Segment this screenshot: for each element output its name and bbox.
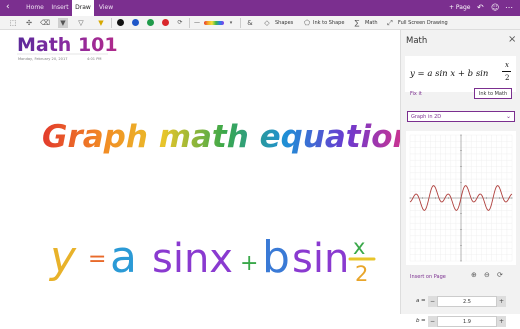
graph-type-value: Graph in 2D — [411, 114, 441, 120]
note-canvas[interactable]: Math 101 Monday, February 20, 2017 4:01 … — [0, 30, 400, 314]
ink-equation: y = a sinx + b sin x 2 — [48, 232, 374, 286]
fix-it-link[interactable]: Fix it — [410, 91, 422, 97]
math-pane: Math × y = a sin x + b sin x 2 Fix it In… — [400, 30, 520, 314]
undo-icon[interactable]: ↶ — [477, 0, 484, 16]
add-space-icon[interactable]: ✣ — [24, 18, 34, 28]
formula-text: y = a sin x + b sin — [410, 69, 488, 79]
eq-sin: sin — [292, 236, 349, 282]
eq-sinx: sinx — [152, 236, 233, 282]
graph-type-dropdown[interactable]: Graph in 2D ⌄ — [407, 111, 515, 122]
pen-tool-icon[interactable]: ▼ — [58, 18, 68, 28]
param-b-label: b — [416, 318, 420, 324]
ink-replay-icon[interactable]: & — [245, 18, 255, 28]
ink-drawing: Math 101 Monday, February 20, 2017 4:01 … — [0, 30, 400, 314]
math-pane-title: Math — [406, 36, 427, 46]
page-title: Math 101 — [17, 34, 118, 56]
formula-denominator: 2 — [505, 74, 509, 82]
rainbow-ink-preview[interactable] — [204, 21, 224, 25]
ink-to-shape-icon: ⬠ — [302, 18, 312, 28]
param-b-decrement-button[interactable]: − — [428, 316, 437, 327]
eq-b: b — [262, 232, 290, 283]
color-picker-icon[interactable]: ⟳ — [175, 18, 185, 28]
color-swatch-black[interactable] — [117, 19, 124, 26]
param-a-input[interactable]: 2.5 — [437, 296, 497, 307]
eraser-icon[interactable]: ⌫ — [40, 18, 50, 28]
zoom-out-icon[interactable]: ⊖ — [484, 271, 490, 279]
ink-to-math-button[interactable]: Ink to Math — [474, 88, 512, 99]
math-icon: ∑ — [352, 18, 362, 28]
eq-numerator: x — [353, 235, 365, 259]
color-swatch-blue[interactable] — [132, 19, 139, 26]
param-a-decrement-button[interactable]: − — [428, 296, 437, 307]
eq-a: a — [110, 232, 137, 283]
param-b-input[interactable]: 1.9 — [437, 316, 497, 327]
tab-insert[interactable]: Insert — [48, 0, 72, 16]
ink-dropdown-icon[interactable]: ▾ — [226, 18, 236, 28]
shapes-icon: ◇ — [262, 18, 272, 28]
dropdown-chevron-icon: ⌄ — [506, 113, 511, 120]
formula-numerator: x — [505, 61, 509, 69]
add-page-button[interactable]: + Page — [449, 0, 470, 16]
pencil-tool-icon[interactable]: ▽ — [76, 18, 86, 28]
back-arrow-icon[interactable]: ‹ — [6, 2, 10, 12]
share-person-icon[interactable]: ☺ — [491, 0, 499, 16]
draw-ribbon: ⬚ ✣ ⌫ ▼ ▽ ▼ ⟳ — ▾ & ◇ Shapes ⬠ Ink to Sh… — [0, 16, 520, 30]
function-graph — [406, 131, 516, 265]
title-bar: ‹ Home Insert Draw View + Page ↶ ☺ ⋯ — [0, 0, 520, 16]
eq-denominator: 2 — [355, 262, 368, 286]
graph-panel[interactable] — [406, 131, 516, 265]
eq-equals: = — [88, 247, 106, 272]
ink-heading: Graph math equations! — [42, 119, 400, 155]
zoom-in-icon[interactable]: ⊕ — [471, 271, 477, 279]
page-time: 4:01 PM — [87, 57, 101, 61]
tab-draw[interactable]: Draw — [72, 0, 94, 16]
full-screen-icon: ⤢ — [385, 18, 395, 28]
eq-y: y — [48, 232, 77, 283]
param-b-increment-button[interactable]: + — [497, 316, 506, 327]
lasso-select-icon[interactable]: ⬚ — [8, 18, 18, 28]
param-row-b: b = − 1.9 + — [405, 315, 516, 329]
close-pane-icon[interactable]: × — [508, 34, 516, 45]
tab-home[interactable]: Home — [24, 0, 46, 16]
full-screen-button[interactable]: Full Screen Drawing — [398, 18, 448, 28]
eq-plus: + — [240, 251, 258, 276]
shapes-button[interactable]: Shapes — [275, 18, 293, 28]
param-a-label: a — [416, 298, 419, 304]
math-formula-card: y = a sin x + b sin x 2 — [405, 56, 516, 92]
math-button[interactable]: Math — [365, 18, 378, 28]
tab-view[interactable]: View — [96, 0, 116, 16]
param-a-increment-button[interactable]: + — [497, 296, 506, 307]
param-row-a: a = − 2.5 + — [405, 295, 516, 309]
reset-graph-icon[interactable]: ⟳ — [497, 271, 503, 279]
insert-on-page-link[interactable]: Insert on Page — [410, 274, 446, 280]
color-swatch-green[interactable] — [147, 19, 154, 26]
pen-thickness-icon[interactable]: — — [192, 18, 202, 28]
color-swatch-red[interactable] — [162, 19, 169, 26]
more-options-icon[interactable]: ⋯ — [505, 0, 513, 16]
page-date: Monday, February 20, 2017 — [18, 57, 68, 61]
highlighter-tool-icon[interactable]: ▼ — [96, 18, 106, 28]
ink-to-shape-button[interactable]: Ink to Shape — [313, 18, 344, 28]
